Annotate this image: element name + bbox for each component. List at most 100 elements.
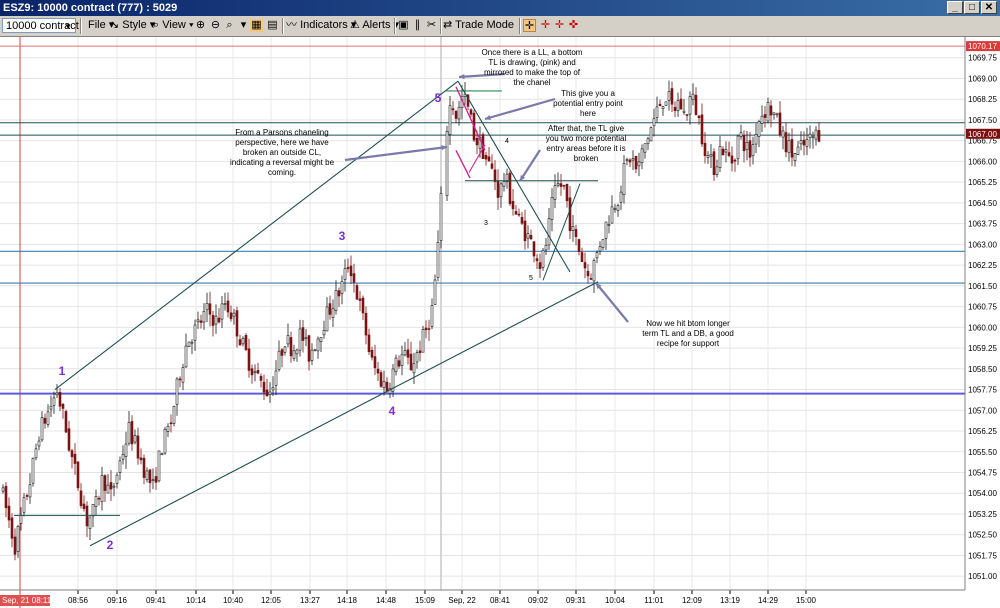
candle-body: [76, 461, 80, 489]
candle: [157, 450, 161, 483]
y-tick-label: 1056.25: [968, 427, 997, 436]
candle-body: [547, 218, 551, 246]
candle-body: [307, 335, 311, 362]
candle-body: [109, 482, 113, 490]
trade-mode-button[interactable]: ⇄ Trade Mode: [443, 18, 514, 33]
scissors-icon[interactable]: ✂: [425, 19, 438, 32]
candle-body: [238, 339, 242, 346]
candle-body: [226, 300, 230, 313]
candle-body: [406, 349, 410, 358]
candle-body: [544, 245, 548, 251]
candle-body: [55, 392, 59, 396]
annotation-line: After that, the TL give: [548, 124, 625, 133]
candle-body: [613, 208, 617, 210]
candle-body: [208, 303, 212, 315]
candle-body: [352, 273, 356, 283]
chart-settings-icon[interactable]: ▣: [397, 19, 410, 32]
close-button[interactable]: ✕: [981, 1, 997, 14]
candle: [31, 457, 35, 487]
candle-body: [58, 392, 62, 407]
minimize-button[interactable]: _: [947, 1, 963, 14]
x-tick-label: 10:04: [605, 596, 626, 605]
candle-body: [586, 270, 590, 277]
style-menu[interactable]: ↘ Style ▾: [110, 18, 155, 33]
candle-body: [385, 381, 389, 392]
candle-body: [805, 139, 809, 147]
crosshair-icon[interactable]: ✛: [523, 19, 536, 32]
candle-body: [178, 378, 182, 381]
cursor-target-icon[interactable]: ✜: [567, 19, 580, 32]
candle-body: [415, 352, 419, 363]
candle-body: [559, 183, 563, 187]
candle-body: [550, 197, 554, 220]
candle-body: [436, 242, 440, 278]
candle: [541, 248, 545, 271]
candle-body: [625, 159, 629, 161]
bar-icon[interactable]: ∥: [411, 19, 424, 32]
candle-body: [163, 428, 167, 454]
x-tick-label: Sep, 22: [448, 596, 476, 605]
candle-body: [97, 497, 101, 500]
candle-body: [346, 267, 350, 269]
x-tick-label: 12:09: [682, 596, 703, 605]
view-menu[interactable]: ⌕ View ▾: [153, 18, 194, 33]
candle-body: [79, 490, 83, 506]
candle-body: [592, 260, 596, 282]
candle: [172, 405, 176, 427]
file-menu-label: File: [88, 19, 106, 31]
candle-body: [640, 148, 644, 163]
candle-body: [244, 335, 248, 351]
x-tick-label: 14:18: [337, 596, 358, 605]
candle-body: [754, 134, 758, 145]
zoom-icon[interactable]: ⌕: [223, 19, 236, 32]
candle-body: [802, 139, 806, 146]
cursor-cross-icon[interactable]: ✛: [539, 19, 552, 32]
annotation-line: Now we hit btom longer: [646, 319, 730, 328]
dropdown-icon[interactable]: ▾: [237, 19, 250, 32]
candle-body: [685, 114, 689, 116]
y-tick-label: 1067.50: [968, 116, 997, 125]
y-tick-label: 1059.25: [968, 344, 997, 353]
alerts-menu[interactable]: ⚠ Alerts ▾: [350, 18, 399, 33]
zoom-out-icon[interactable]: ⊖: [209, 19, 222, 32]
candle-body: [691, 93, 695, 101]
x-tick-label: 12:05: [261, 596, 282, 605]
cursor-cross-alt-icon[interactable]: ✛: [553, 19, 566, 32]
price-chart[interactable]: 1 2 3 4 5 4 3 5 Once there is a LL, a bottom TL i…: [0, 37, 1000, 608]
maximize-button[interactable]: □: [964, 1, 980, 14]
indicators-menu[interactable]: 〰 Indicators ▾: [286, 18, 356, 33]
symbol-combo[interactable]: 10000 contract ▼: [2, 18, 79, 33]
candle-body: [295, 349, 299, 355]
zoom-in-icon[interactable]: ⊕: [194, 19, 207, 32]
candle-body: [700, 114, 704, 145]
candle-body: [304, 337, 308, 340]
style-menu-label: Style: [122, 19, 147, 31]
candle-body: [316, 338, 320, 352]
y-tick-label: 1052.50: [968, 531, 997, 540]
candle-body: [328, 303, 332, 315]
candle-body: [667, 91, 671, 101]
candle-body: [400, 354, 404, 366]
annotation-line: TL is drawing, (pink) and: [488, 58, 575, 67]
candle-body: [106, 484, 110, 494]
y-tick-label: 1068.25: [968, 95, 997, 104]
candle-body: [376, 368, 380, 374]
candle-body: [82, 503, 86, 509]
candle-body: [583, 262, 587, 269]
calendar-icon[interactable]: ▦: [250, 19, 263, 32]
candle-body: [793, 153, 797, 161]
candle-body: [340, 281, 344, 294]
candle: [421, 325, 425, 353]
x-tick-label: 14:48: [376, 596, 397, 605]
candle-body: [736, 135, 740, 160]
candle: [508, 170, 512, 206]
candle-body: [490, 163, 494, 169]
annotation-line: you two more potential: [546, 134, 627, 143]
candle-body: [676, 100, 680, 111]
candle-body: [790, 139, 794, 158]
grid-icon[interactable]: ▤: [266, 19, 279, 32]
candle-body: [439, 193, 443, 241]
candle-body: [487, 156, 491, 162]
candle-body: [169, 422, 173, 425]
annotation-line: Once there is a LL, a bottom: [482, 48, 583, 57]
